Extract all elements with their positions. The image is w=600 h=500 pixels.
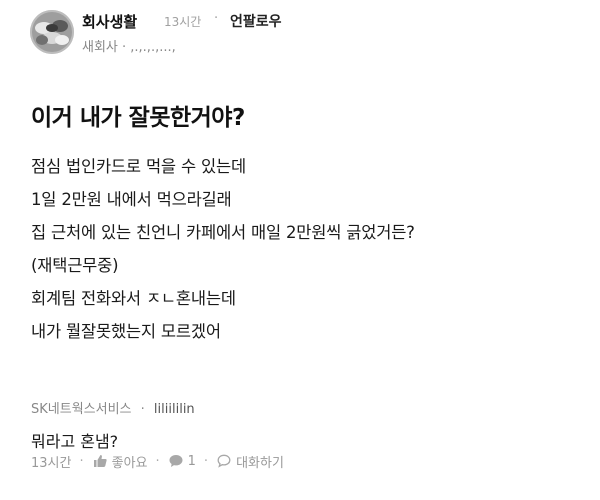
separator-dot: · xyxy=(155,453,160,469)
thumbs-up-icon xyxy=(93,455,107,467)
board-name[interactable]: 회사생활 xyxy=(82,11,137,32)
comment-count: 1 xyxy=(187,453,196,469)
separator-dot: · xyxy=(203,453,209,469)
reply-label: 대화하기 xyxy=(236,455,284,471)
comment-meta: SK네트웍스서비스 · liliililin xyxy=(31,398,195,417)
group-hands-avatar-icon xyxy=(30,10,74,54)
post-body-line: 내가 뭘잘못했는지 모르겠어 xyxy=(31,322,221,341)
author-company-line: 새회사 · ,.,.,.,..., xyxy=(82,40,176,55)
chat-bubble-icon xyxy=(217,454,231,468)
separator-dot: · xyxy=(140,402,145,417)
post-body-line: 1일 2만원 내에서 먹으라길래 xyxy=(31,190,232,209)
comment-company: SK네트웍스서비스 xyxy=(31,402,132,417)
separator-dot: · xyxy=(214,11,219,26)
post-title: 이거 내가 잘못한거야? xyxy=(31,105,245,131)
post-body-line: 회계팀 전화와서 ㅈㄴ혼내는데 xyxy=(31,289,236,308)
comment-text: 뭐라고 혼냄? xyxy=(31,432,119,451)
footer-time: 13시간 xyxy=(31,455,72,471)
separator-dot: · xyxy=(79,453,84,469)
speech-bubble-icon xyxy=(169,455,183,467)
post-header: 회사생활 13시간 · 언팔로우 새회사 · ,.,.,.,..., xyxy=(30,8,570,56)
post-time: 13시간 xyxy=(164,15,202,29)
post-body-line: 집 근처에 있는 친언니 카페에서 매일 2만원씩 긁었거든? xyxy=(31,223,415,242)
comment-username[interactable]: liliililin xyxy=(154,402,195,417)
comment-button[interactable]: 1 xyxy=(168,453,196,469)
post-body: 점심 법인카드로 먹을 수 있는데 1일 2만원 내에서 먹으라길래 집 근처에… xyxy=(31,150,415,348)
avatar[interactable] xyxy=(30,10,74,54)
reply-button[interactable]: 대화하기 xyxy=(216,452,284,471)
post-footer: 13시간 · 좋아요 · 1 · 대화하기 xyxy=(31,451,284,471)
post-body-line: 점심 법인카드로 먹을 수 있는데 xyxy=(31,157,246,176)
like-button[interactable]: 좋아요 xyxy=(92,452,148,471)
unfollow-button[interactable]: 언팔로우 xyxy=(230,11,282,31)
post-body-line: (재택근무중) xyxy=(31,256,119,275)
like-label: 좋아요 xyxy=(111,455,148,471)
